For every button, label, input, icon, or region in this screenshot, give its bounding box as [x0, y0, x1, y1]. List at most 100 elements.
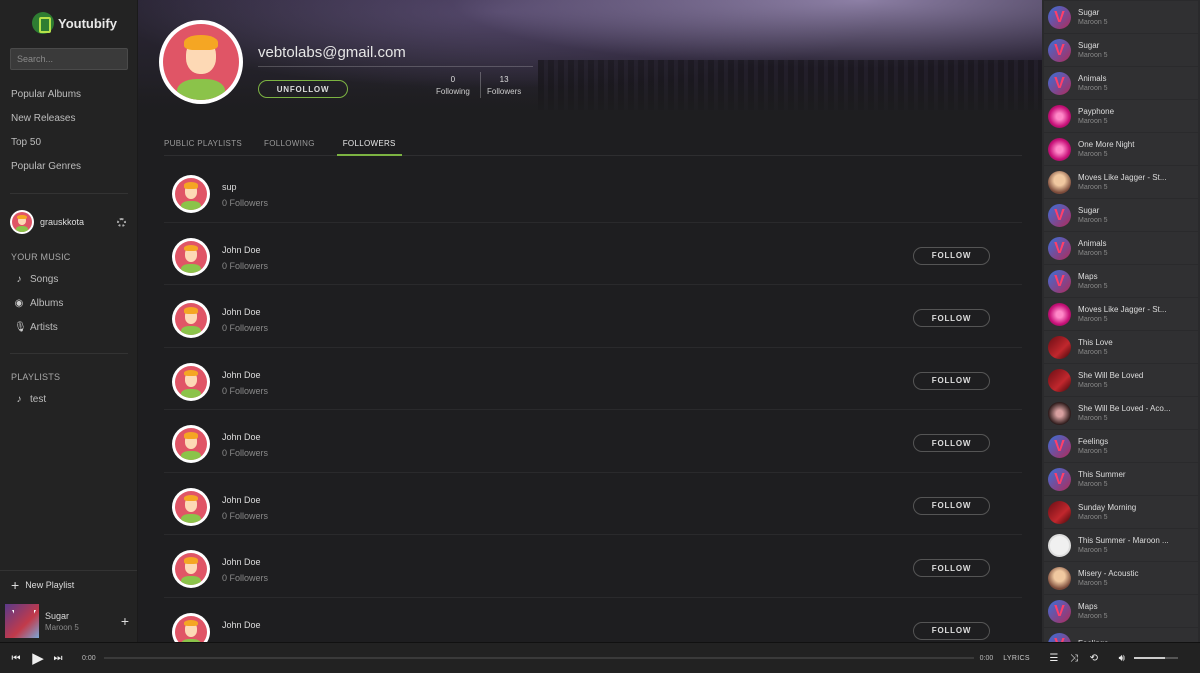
- album-art: [1048, 104, 1071, 128]
- queue-item[interactable]: Sugar Maroon 5: [1044, 1, 1198, 33]
- queue-list-icon[interactable]: ☰: [1044, 653, 1064, 664]
- tab-following[interactable]: FOLLOWING: [264, 134, 315, 156]
- follower-count: 0 Followers: [222, 573, 269, 583]
- progress-bar[interactable]: [103, 657, 974, 659]
- queue-item[interactable]: Feelings: [1044, 628, 1198, 642]
- user-row[interactable]: grauskkota: [10, 210, 128, 234]
- queue-item-artist: Maroon 5: [1078, 250, 1108, 257]
- followers-stat[interactable]: 13 Followers: [487, 75, 521, 96]
- previous-icon[interactable]: ⏮: [6, 653, 26, 664]
- queue-item[interactable]: Sunday Morning Maroon 5: [1044, 496, 1198, 528]
- volume-slider[interactable]: [1133, 657, 1178, 659]
- play-icon[interactable]: ▶: [28, 649, 48, 667]
- follow-button[interactable]: FOLLOW: [913, 434, 990, 452]
- queue-item-meta: Payphone Maroon 5: [1078, 107, 1190, 125]
- album-art: [1048, 566, 1071, 590]
- queue-item[interactable]: Animals Maroon 5: [1044, 67, 1198, 99]
- follower-row[interactable]: John Doe 0 Followers FOLLOW: [164, 223, 1022, 285]
- follower-name[interactable]: John Doe: [222, 307, 261, 317]
- volume-icon[interactable]: 🔊︎: [1112, 653, 1132, 664]
- queue-item-artist: Maroon 5: [1078, 283, 1108, 290]
- lyrics-button[interactable]: LYRICS: [1003, 655, 1030, 662]
- follower-name[interactable]: John Doe: [222, 245, 261, 255]
- follow-button[interactable]: FOLLOW: [913, 496, 990, 515]
- queue-item[interactable]: One More Night Maroon 5: [1044, 133, 1198, 165]
- queue-item-meta: She Will Be Loved Maroon 5: [1078, 371, 1190, 389]
- main-nav: Popular Albums New Releases Top 50 Popul…: [11, 89, 81, 185]
- follow-button[interactable]: FOLLOW: [913, 559, 990, 577]
- album-art: [1048, 269, 1071, 293]
- queue-item[interactable]: This Summer - Maroon ... Maroon 5: [1044, 529, 1198, 561]
- queue-item-meta: Sunday Morning Maroon 5: [1078, 503, 1190, 521]
- follow-button[interactable]: FOLLOW: [913, 246, 990, 265]
- sidebar-item-albums[interactable]: ◉ Albums: [14, 291, 64, 315]
- tab-public-playlists[interactable]: PUBLIC PLAYLISTS: [164, 134, 242, 156]
- follow-button[interactable]: FOLLOW: [913, 309, 990, 327]
- follower-row[interactable]: sup 0 Followers: [164, 160, 1022, 223]
- queue-item-meta: Sugar Maroon 5: [1078, 206, 1190, 224]
- sidebar-item-playlist-test[interactable]: ♪ test: [14, 387, 47, 411]
- follower-row[interactable]: John Doe FOLLOW: [164, 598, 1022, 642]
- mic-icon: 🎙︎: [14, 321, 27, 333]
- follower-row[interactable]: John Doe 0 Followers FOLLOW: [164, 285, 1022, 348]
- follower-name[interactable]: sup: [222, 182, 237, 192]
- follow-button[interactable]: FOLLOW: [913, 621, 990, 640]
- gear-icon[interactable]: [117, 217, 126, 227]
- follower-row[interactable]: John Doe 0 Followers FOLLOW: [164, 473, 1022, 535]
- queue-item-artist: Maroon 5: [1078, 382, 1108, 389]
- nav-new-releases[interactable]: New Releases: [11, 113, 81, 137]
- queue-item[interactable]: Maps Maroon 5: [1044, 595, 1198, 627]
- following-stat[interactable]: 0 Following: [436, 75, 470, 96]
- follower-row[interactable]: John Doe 0 Followers FOLLOW: [164, 535, 1022, 598]
- tab-followers[interactable]: FOLLOWERS: [336, 134, 402, 156]
- queue-item-artist: Maroon 5: [1078, 481, 1108, 488]
- nav-popular-genres[interactable]: Popular Genres: [11, 161, 81, 185]
- queue-item[interactable]: Moves Like Jagger - St... Maroon 5: [1044, 298, 1198, 330]
- follower-name[interactable]: John Doe: [222, 495, 261, 505]
- queue-item[interactable]: Sugar Maroon 5: [1044, 199, 1198, 231]
- avatar: [172, 237, 210, 276]
- queue-item[interactable]: Payphone Maroon 5: [1044, 100, 1198, 132]
- queue-item[interactable]: Sugar Maroon 5: [1044, 34, 1198, 66]
- profile-email: vebtolabs@gmail.com: [258, 44, 406, 61]
- queue-item[interactable]: Moves Like Jagger - St... Maroon 5: [1044, 166, 1198, 198]
- album-art: [1048, 368, 1071, 392]
- app-name: Youtubify: [58, 15, 117, 31]
- queue-item-artist: Maroon 5: [1078, 151, 1108, 158]
- queue-item[interactable]: This Summer Maroon 5: [1044, 463, 1198, 495]
- follower-name[interactable]: John Doe: [222, 370, 261, 380]
- add-icon[interactable]: +: [121, 613, 129, 629]
- queue-item[interactable]: Maps Maroon 5: [1044, 265, 1198, 297]
- follower-name[interactable]: John Doe: [222, 620, 261, 630]
- sidebar-item-label: Artists: [30, 321, 58, 333]
- album-art: [1048, 5, 1071, 29]
- queue-item-title: Animals: [1078, 74, 1107, 83]
- app-logo[interactable]: Youtubify: [32, 12, 117, 34]
- sidebar-item-songs[interactable]: ♪ Songs: [14, 267, 63, 291]
- follower-name[interactable]: John Doe: [222, 557, 261, 567]
- follower-name[interactable]: John Doe: [222, 432, 261, 442]
- sidebar-item-artists[interactable]: 🎙︎ Artists: [14, 315, 63, 339]
- follow-button[interactable]: FOLLOW: [913, 371, 990, 390]
- queue-item-title: This Love: [1078, 338, 1113, 347]
- queue-item-artist: Maroon 5: [1078, 547, 1108, 554]
- next-icon[interactable]: ⏭: [48, 653, 68, 664]
- nav-top-50[interactable]: Top 50: [11, 137, 81, 161]
- search-input[interactable]: [10, 48, 128, 70]
- queue-item-title: Maps: [1078, 602, 1098, 611]
- nav-popular-albums[interactable]: Popular Albums: [11, 89, 81, 113]
- queue-item[interactable]: This Love Maroon 5: [1044, 331, 1198, 363]
- queue-item[interactable]: Misery - Acoustic Maroon 5: [1044, 562, 1198, 594]
- repeat-icon[interactable]: ⟲: [1084, 653, 1104, 664]
- follower-row[interactable]: John Doe 0 Followers FOLLOW: [164, 348, 1022, 410]
- queue-item[interactable]: She Will Be Loved - Aco... Maroon 5: [1044, 397, 1198, 429]
- now-playing[interactable]: Sugar Maroon 5 +: [0, 600, 137, 642]
- queue-item[interactable]: She Will Be Loved Maroon 5: [1044, 364, 1198, 396]
- new-playlist-button[interactable]: + New Playlist: [0, 570, 137, 598]
- follower-row[interactable]: John Doe 0 Followers FOLLOW: [164, 410, 1022, 473]
- shuffle-icon[interactable]: ⤨: [1064, 653, 1084, 664]
- queue-item[interactable]: Animals Maroon 5: [1044, 232, 1198, 264]
- album-art: [1048, 170, 1071, 194]
- unfollow-button[interactable]: UNFOLLOW: [258, 80, 348, 98]
- queue-item[interactable]: Feelings Maroon 5: [1044, 430, 1198, 462]
